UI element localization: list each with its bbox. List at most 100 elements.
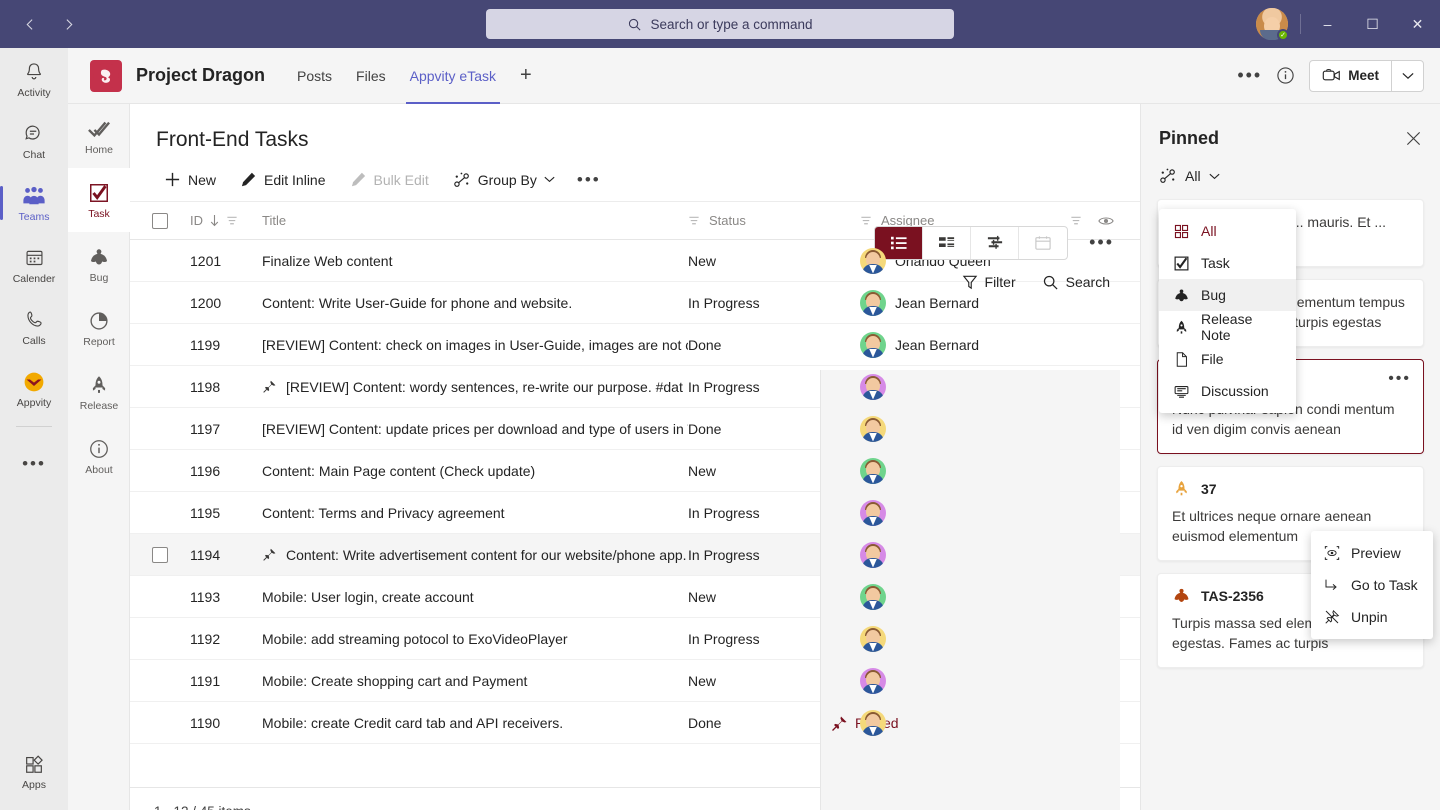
more-icon: ••• — [22, 452, 46, 476]
menu-item-unpin[interactable]: Unpin — [1311, 601, 1433, 633]
ellipsis-icon[interactable]: ••• — [1237, 65, 1262, 86]
cell-title-text: [REVIEW] Content: wordy sentences, re-wr… — [286, 379, 683, 395]
sidebar-item-chat[interactable]: Chat — [0, 110, 68, 172]
app-rail: Activity Chat Teams Calender Calls Appvi… — [0, 48, 68, 810]
sidebar-item-teams[interactable]: Teams — [0, 172, 68, 234]
pinned-type-filter[interactable]: All — [1159, 167, 1221, 185]
sidebar-item-label: Activity — [17, 87, 50, 99]
minimize-button[interactable]: – — [1305, 0, 1350, 48]
tab-posts[interactable]: Posts — [287, 48, 342, 104]
toolbar-more-button[interactable]: ••• — [567, 170, 611, 190]
sidebar-item-calendar[interactable]: Calender — [0, 234, 68, 296]
group-by-button[interactable]: Group By — [441, 163, 567, 197]
close-icon[interactable] — [1405, 130, 1422, 147]
menu-item-go-to-task[interactable]: Go to Task — [1311, 569, 1433, 601]
edit-inline-button[interactable]: Edit Inline — [228, 163, 337, 197]
menu-item-file[interactable]: File — [1159, 343, 1296, 375]
view-more-button[interactable]: ••• — [1089, 232, 1114, 253]
column-header-status[interactable]: Status — [688, 213, 860, 228]
view-gantt-button[interactable] — [971, 227, 1019, 259]
pinned-filter-label: All — [1185, 168, 1201, 184]
new-button[interactable]: New — [152, 163, 228, 197]
column-visibility-eye-icon[interactable] — [1098, 215, 1114, 227]
menu-item-release-note[interactable]: Release Note — [1159, 311, 1296, 343]
meet-button[interactable]: Meet — [1309, 60, 1424, 92]
view-board-button[interactable] — [923, 227, 971, 259]
meet-button-main[interactable]: Meet — [1310, 60, 1391, 92]
bug-icon — [1172, 586, 1191, 605]
calendar-icon — [22, 246, 46, 270]
nav-item-task[interactable]: Task — [68, 168, 130, 232]
bug-icon — [1173, 287, 1190, 304]
nav-item-report[interactable]: Report — [68, 296, 130, 360]
view-switcher — [874, 226, 1068, 260]
main-toolbar: New Edit Inline Bulk Edit Group By ••• — [130, 158, 1140, 202]
filter-icon[interactable] — [688, 215, 700, 227]
cell-id: 1191 — [190, 673, 262, 689]
cell-title-text: Content: Write User-Guide for phone and … — [262, 295, 572, 311]
sidebar-item-appvity[interactable]: Appvity — [0, 358, 68, 420]
sort-desc-icon[interactable] — [209, 214, 220, 227]
pencil-icon — [350, 171, 367, 188]
nav-item-release[interactable]: Release — [68, 360, 130, 424]
search-input[interactable]: Search or type a command — [486, 9, 954, 39]
filter-icon[interactable] — [1070, 215, 1082, 227]
avatar — [860, 332, 886, 358]
menu-item-preview[interactable]: Preview — [1311, 537, 1433, 569]
nav-item-about[interactable]: About — [68, 424, 130, 488]
pinned-card-more-button[interactable]: ••• — [1388, 370, 1411, 388]
column-header-title[interactable]: Title — [262, 213, 688, 228]
cell-status: New — [688, 253, 860, 269]
arrow-goto-icon — [1324, 577, 1340, 593]
app-header-actions: ••• Meet — [1237, 60, 1424, 92]
avatar — [860, 668, 886, 694]
maximize-button[interactable]: ☐ — [1350, 0, 1395, 48]
nav-item-bug[interactable]: Bug — [68, 232, 130, 296]
nav-item-label: Home — [85, 144, 113, 156]
avatar — [860, 626, 886, 652]
sidebar-item-activity[interactable]: Activity — [0, 48, 68, 110]
cell-id: 1190 — [190, 715, 262, 731]
add-tab-button[interactable]: + — [510, 64, 542, 87]
pin-icon[interactable] — [262, 379, 277, 394]
pinned-type-dropdown-menu: AllTaskBugRelease NoteFileDiscussion — [1159, 209, 1296, 413]
cell-title: Content: Main Page content (Check update… — [262, 463, 688, 479]
filter-icon[interactable] — [860, 215, 872, 227]
pin-icon[interactable] — [262, 547, 277, 562]
cell-id: 1201 — [190, 253, 262, 269]
sidebar-item-calls[interactable]: Calls — [0, 296, 68, 358]
forward-icon[interactable] — [54, 10, 82, 38]
filter-icon[interactable] — [226, 215, 238, 227]
menu-item-discussion[interactable]: Discussion — [1159, 375, 1296, 407]
column-header-title-label: Title — [262, 213, 286, 228]
chevron-down-icon[interactable] — [1391, 60, 1423, 92]
menu-item-bug[interactable]: Bug — [1159, 279, 1296, 311]
avatar[interactable]: ✓ — [1256, 8, 1288, 40]
menu-item-all[interactable]: All — [1159, 215, 1296, 247]
menu-item-task[interactable]: Task — [1159, 247, 1296, 279]
cell-id: 1200 — [190, 295, 262, 311]
avatar — [860, 710, 886, 736]
sidebar-item-apps[interactable]: Apps — [0, 740, 68, 802]
dragon-logo — [90, 60, 122, 92]
cell-title: [REVIEW] Content: check on images in Use… — [262, 337, 688, 353]
close-button[interactable]: ✕ — [1395, 0, 1440, 48]
column-header-id[interactable]: ID — [190, 213, 262, 228]
page-title: Project Dragon — [136, 65, 265, 86]
cell-title-text: Mobile: create Credit card tab and API r… — [262, 715, 563, 731]
search-button[interactable]: Search — [1032, 266, 1120, 298]
tab-files[interactable]: Files — [346, 48, 396, 104]
cell-title: Content: Write advertisement content for… — [262, 546, 688, 564]
nav-item-home[interactable]: Home — [68, 104, 130, 168]
chevron-down-icon — [1209, 173, 1220, 180]
table-row[interactable]: 1199[REVIEW] Content: check on images in… — [130, 324, 1140, 366]
filter-button[interactable]: Filter — [952, 266, 1026, 298]
tab-appvity-etask[interactable]: Appvity eTask — [400, 48, 506, 104]
sidebar-item-more[interactable]: ••• — [0, 433, 68, 495]
info-icon[interactable] — [1276, 66, 1295, 85]
meet-label: Meet — [1348, 68, 1379, 83]
select-all-checkbox[interactable] — [152, 213, 168, 229]
teams-icon — [22, 184, 46, 208]
row-checkbox[interactable] — [152, 547, 168, 563]
back-icon[interactable] — [16, 10, 44, 38]
